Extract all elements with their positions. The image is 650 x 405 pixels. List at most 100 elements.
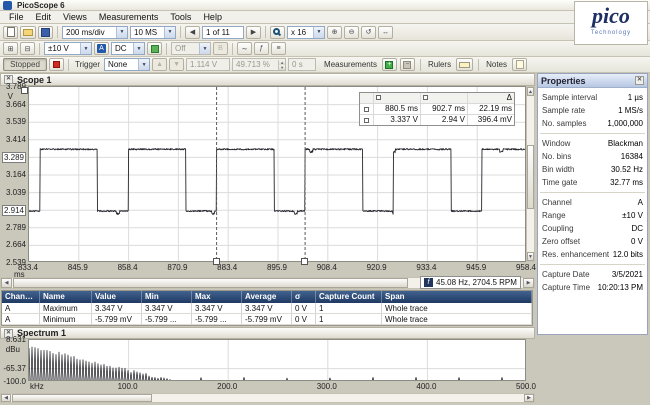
scope-x-axis: 833.4845.9858.4870.9883.4895.9908.4920.9… — [0, 262, 535, 277]
trigger-toolbar: Stopped Trigger None ▼ ▲ ▼ 1.114 V 49.71… — [0, 57, 650, 73]
add-scope-view-button[interactable]: ⊞ — [3, 42, 18, 55]
remove-measurement-button[interactable]: − — [400, 58, 415, 71]
measurements-column-header[interactable]: Value — [92, 291, 142, 303]
property-row: Sample interval1 µs — [538, 91, 647, 104]
properties-close-button[interactable]: ✕ — [635, 76, 644, 85]
add-measurement-button[interactable]: + — [382, 58, 397, 71]
property-row: Sample rate1 MS/s — [538, 104, 647, 117]
chevron-down-icon: ▼ — [199, 43, 210, 54]
channel-a-options-button[interactable]: A — [94, 42, 109, 55]
run-state-label: Stopped — [10, 60, 40, 69]
zoom-value: x 16 — [291, 28, 306, 37]
spectrum-y-tick: 8.631 — [6, 335, 26, 344]
scope-vscroll-thumb[interactable] — [527, 145, 534, 209]
ruler-legend-header: Δ — [360, 93, 514, 103]
ruler2-handle-icon[interactable] — [420, 93, 467, 103]
measurements-column-header[interactable]: σ — [292, 291, 316, 303]
trigger-mode-select[interactable]: None ▼ — [104, 58, 150, 71]
scope-y-tick: 3.289 — [2, 152, 26, 163]
scope-vertical-scrollbar[interactable]: ▲ ▼ — [526, 86, 535, 262]
ruler-legend[interactable]: Δ880.5 ms902.7 ms22.19 ms3.337 V2.94 V39… — [359, 92, 515, 126]
property-row: No. samples1,000,000 — [538, 117, 647, 130]
channel-a-range-select[interactable]: ±10 V ▼ — [44, 42, 92, 55]
buffer-position-field[interactable]: 1 of 11 — [202, 26, 244, 39]
pre-trigger-value: 49.713 % — [236, 60, 270, 69]
menu-tools[interactable]: Tools — [164, 11, 197, 23]
notes-button[interactable] — [512, 58, 527, 71]
signal-generator-button[interactable]: ∼ — [237, 42, 252, 55]
pan-button[interactable]: ↔ — [378, 26, 393, 39]
measurements-column-header[interactable]: Channel — [2, 291, 40, 303]
spectrum-horizontal-scrollbar[interactable]: ◀ ▶ — [0, 393, 535, 403]
zoom-tool-button[interactable] — [270, 26, 285, 39]
measurement-row[interactable]: AMaximum3.347 V3.347 V3.347 V3.347 V0 V1… — [2, 303, 532, 314]
zoom-undo-button[interactable]: ↺ — [361, 26, 376, 39]
property-key: No. samples — [542, 118, 586, 129]
scope-hscroll-thumb[interactable] — [13, 278, 408, 288]
window-title: PicoScope 6 — [17, 1, 65, 10]
time-ruler-handle-1[interactable] — [213, 258, 220, 265]
spectrum-hscroll-thumb[interactable] — [12, 394, 152, 402]
auto-setup-button[interactable] — [147, 42, 162, 55]
holdoff-field[interactable]: 0 s — [288, 58, 316, 71]
scroll-up-button[interactable]: ▲ — [527, 87, 534, 96]
trigger-threshold-field[interactable]: 1.114 V — [186, 58, 230, 71]
open-file-button[interactable] — [20, 26, 36, 39]
reference-waveform-button[interactable]: ≡ — [271, 42, 286, 55]
spinner-icons[interactable]: ▲▼ — [278, 60, 285, 70]
timebase-select[interactable]: 200 ms/div ▼ — [62, 26, 128, 39]
scroll-left-button[interactable]: ◀ — [1, 278, 12, 288]
floppy-icon — [41, 28, 50, 37]
channel-a-coupling-select[interactable]: DC ▼ — [111, 42, 145, 55]
scroll-right-button[interactable]: ▶ — [524, 394, 534, 402]
menu-measurements[interactable]: Measurements — [93, 11, 165, 23]
spectrum-panel-title-bar: ✕ Spectrum 1 — [0, 327, 535, 339]
time-ruler-handle-2[interactable] — [301, 258, 308, 265]
run-stop-button[interactable]: Stopped — [3, 58, 47, 71]
channel-b-range-select[interactable]: Off ▼ — [171, 42, 211, 55]
ruler-spawn-handle[interactable] — [21, 87, 28, 94]
zoom-select[interactable]: x 16 ▼ — [287, 26, 325, 39]
prev-buffer-button[interactable]: ◀ — [185, 26, 200, 39]
record-button[interactable] — [49, 58, 64, 71]
frequency-ruler-legend[interactable]: f 45.08 Hz, 2704.5 RPM — [420, 276, 521, 289]
menu-views[interactable]: Views — [57, 11, 93, 23]
property-key: Bin width — [542, 164, 574, 175]
channel-b-options-button[interactable]: B — [213, 42, 228, 55]
property-value: 30.52 Hz — [611, 164, 643, 175]
spectrum-plot[interactable] — [28, 339, 526, 381]
trigger-rising-edge-button[interactable]: ▲ — [152, 58, 167, 71]
properties-title: Properties — [541, 76, 586, 86]
add-spectrum-view-button[interactable]: ⊟ — [20, 42, 35, 55]
save-file-button[interactable] — [38, 26, 53, 39]
next-buffer-button[interactable]: ▶ — [246, 26, 261, 39]
measurement-cell: A — [2, 303, 40, 313]
scroll-left-button[interactable]: ◀ — [1, 394, 11, 402]
scroll-down-button[interactable]: ▼ — [527, 252, 534, 261]
samples-select[interactable]: 10 MS ▼ — [130, 26, 176, 39]
pre-trigger-field[interactable]: 49.713 % ▲▼ — [232, 58, 286, 71]
menu-file[interactable]: File — [3, 11, 30, 23]
property-row: Time gate32.77 ms — [538, 176, 647, 189]
measurements-column-header[interactable]: Capture Count — [316, 291, 382, 303]
menu-help[interactable]: Help — [197, 11, 228, 23]
menu-edit[interactable]: Edit — [30, 11, 58, 23]
properties-panel: Properties ✕ Sample interval1 µsSample r… — [537, 73, 648, 335]
measurement-row[interactable]: AMinimum-5.799 mV-5.799 ...-5.799 ...-5.… — [2, 314, 532, 325]
scope-y-axis: 3.7893.6643.5393.4143.2893.1643.0392.914… — [0, 86, 28, 262]
measurements-column-header[interactable]: Average — [242, 291, 292, 303]
measurements-column-header[interactable]: Min — [142, 291, 192, 303]
measurements-column-header[interactable]: Span — [382, 291, 532, 303]
math-channels-button[interactable]: ƒ — [254, 42, 269, 55]
measurements-column-header[interactable]: Name — [40, 291, 92, 303]
trigger-falling-edge-button[interactable]: ▼ — [169, 58, 184, 71]
zoom-out-button[interactable]: ⊖ — [344, 26, 359, 39]
zoom-in-button[interactable]: ⊕ — [327, 26, 342, 39]
ruler-settings-button[interactable] — [456, 58, 473, 71]
scroll-right-button[interactable]: ▶ — [523, 278, 534, 288]
ruler1-handle-icon[interactable] — [373, 93, 420, 103]
measurements-column-header[interactable]: Max — [192, 291, 242, 303]
holdoff-value: 0 s — [292, 60, 303, 69]
new-file-button[interactable] — [3, 26, 18, 39]
auto-setup-icon — [151, 45, 159, 53]
